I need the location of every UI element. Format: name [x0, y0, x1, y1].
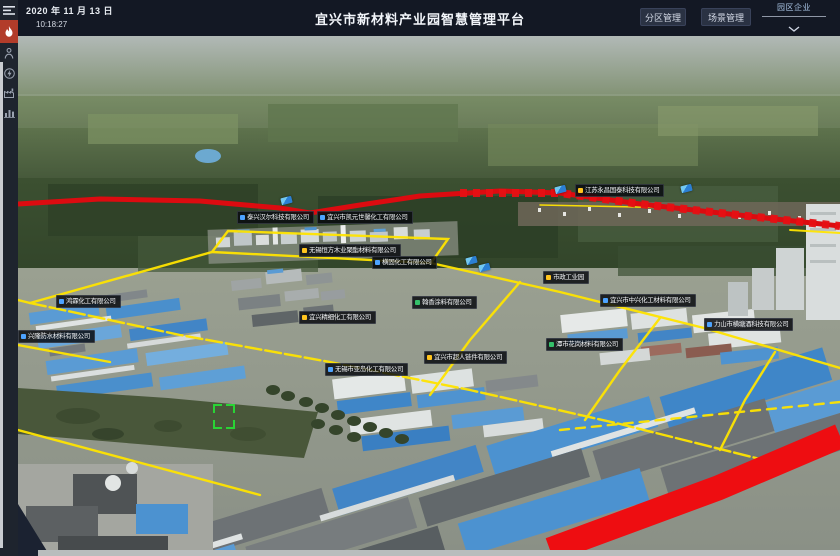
park-enterprise-dropdown[interactable]: 园区企业: [762, 2, 826, 37]
company-marker-icon: [549, 342, 554, 347]
map-label-chip[interactable]: 兴隆防水材料有限公司: [18, 330, 95, 343]
company-label: 市政工业园: [553, 273, 584, 283]
company-label: 泰兴汉尔科技有限公司: [247, 213, 309, 223]
hamburger-icon: [3, 6, 15, 15]
map-label-chip[interactable]: 横固化工有限公司: [372, 256, 437, 269]
map-label-chip[interactable]: 鸿霖化工有限公司: [56, 295, 121, 308]
sidebar-item-menu[interactable]: [0, 0, 18, 20]
truck-icon[interactable]: [280, 196, 292, 205]
company-marker-icon: [302, 248, 307, 253]
company-marker-icon: [320, 215, 325, 220]
company-label: 力山市横塘酒科技有限公司: [714, 320, 788, 330]
company-marker-icon: [578, 188, 583, 193]
park-enterprise-label: 园区企业: [762, 2, 826, 13]
map-label-chip[interactable]: 力山市横塘酒科技有限公司: [704, 318, 793, 331]
map-canvas[interactable]: 鸿霖化工有限公司兴隆防水材料有限公司 泰兴汉尔科技有限公司 宜兴市凯元世馨化工有限公…: [18, 36, 840, 556]
person-icon: [4, 48, 14, 59]
company-label: 宜兴精细化工有限公司: [309, 313, 371, 323]
map-label-chip[interactable]: 宜兴市超人链件有限公司: [424, 351, 507, 364]
map-label-chip[interactable]: 泰兴汉尔科技有限公司: [237, 211, 314, 224]
map-label-chip[interactable]: 江苏永昌国泰科技有限公司: [575, 184, 664, 197]
company-label: 横固化工有限公司: [382, 258, 432, 268]
company-marker-icon: [546, 275, 551, 280]
company-marker-icon: [375, 260, 380, 265]
truck-icon[interactable]: [478, 263, 490, 272]
company-label: 宜兴市凯元世馨化工有限公司: [327, 213, 408, 223]
bar-chart-icon: [4, 108, 15, 118]
map-label-chip[interactable]: 宜兴精细化工有限公司: [299, 311, 376, 324]
map-label-chip[interactable]: 宜兴市凯元世馨化工有限公司: [317, 211, 413, 224]
sidebar-item-fire-alarm[interactable]: [0, 20, 18, 43]
company-label: 无锡市亚岛化工有限公司: [335, 365, 403, 375]
company-marker-icon: [240, 215, 245, 220]
map-label-chip[interactable]: 无锡市亚岛化工有限公司: [325, 363, 408, 376]
partition-management-button[interactable]: 分区管理: [640, 8, 686, 26]
truck-icon[interactable]: [680, 184, 692, 193]
company-marker-icon: [302, 315, 307, 320]
company-marker-icon: [59, 299, 64, 304]
company-label: 宜兴市中兴化工材料有限公司: [610, 296, 691, 306]
map-label-chip[interactable]: 潭市花岗材料有限公司: [546, 338, 623, 351]
map-label-chip[interactable]: 市政工业园: [543, 271, 589, 284]
company-label: 潭市花岗材料有限公司: [556, 340, 618, 350]
flame-icon: [4, 26, 14, 38]
selection-brackets: [213, 404, 235, 429]
chevron-down-icon[interactable]: [762, 19, 826, 37]
company-marker-icon: [415, 300, 420, 305]
dropdown-underline: [762, 16, 826, 17]
company-marker-icon: [427, 355, 432, 360]
company-label: 兴隆防水材料有限公司: [28, 332, 90, 342]
top-header-bar: 2020 年 11 月 13 日 10:18:27 宜兴市新材料产业园智慧管理平…: [0, 0, 840, 36]
company-label: 鸿霖化工有限公司: [66, 297, 116, 307]
map-label-chip[interactable]: 翰香涂料有限公司: [412, 296, 477, 309]
company-label: 宜兴市超人链件有限公司: [434, 353, 502, 363]
scene-management-button[interactable]: 场景管理: [701, 8, 751, 26]
truck-icon[interactable]: [465, 256, 477, 265]
map-label-chip[interactable]: 宜兴市中兴化工材料有限公司: [600, 294, 696, 307]
company-label: 无锡恒方木业聚酯材料有限公司: [309, 246, 396, 256]
window-edge-strip: [0, 62, 3, 548]
map-markers-layer: 鸿霖化工有限公司兴隆防水材料有限公司 泰兴汉尔科技有限公司 宜兴市凯元世馨化工有限公…: [18, 36, 840, 556]
company-label: 翰香涂料有限公司: [422, 298, 472, 308]
company-marker-icon: [328, 367, 333, 372]
company-marker-icon: [707, 322, 712, 327]
company-label: 江苏永昌国泰科技有限公司: [585, 186, 659, 196]
factory-icon: [4, 88, 15, 98]
company-marker-icon: [603, 298, 608, 303]
sidebar-item-personnel[interactable]: [0, 43, 18, 63]
lightning-icon: [4, 68, 15, 79]
truck-icon[interactable]: [554, 185, 566, 194]
company-marker-icon: [21, 334, 26, 339]
